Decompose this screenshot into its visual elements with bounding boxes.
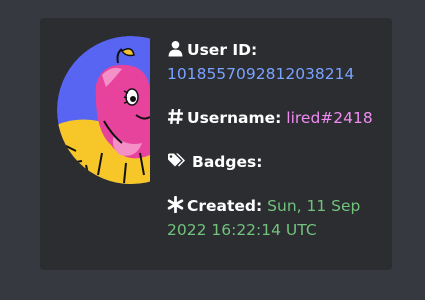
username-value: lired#2418 xyxy=(286,109,373,127)
asterisk-icon xyxy=(167,195,184,214)
created-field: Created: Sun, 11 Sep 2022 16:22:14 UTC xyxy=(167,194,392,242)
user-id-label: User ID: xyxy=(187,41,258,59)
tags-icon xyxy=(167,152,189,169)
user-id-value: 1018557092812038214 xyxy=(167,65,355,83)
created-label: Created: xyxy=(187,197,263,215)
badges-label: Badges: xyxy=(192,153,263,171)
badges-field: Badges: xyxy=(167,150,392,174)
username-label: Username: xyxy=(187,109,282,127)
user-info-card: User ID: 1018557092812038214 Username: l… xyxy=(40,18,392,270)
hashtag-icon xyxy=(167,108,184,125)
username-field: Username: lired#2418 xyxy=(167,106,392,130)
avatar xyxy=(56,35,150,185)
created-value-line1: Sun, 11 Sep xyxy=(267,197,361,215)
user-icon xyxy=(167,40,184,57)
user-info-fields: User ID: 1018557092812038214 Username: l… xyxy=(167,38,392,242)
avatar-image xyxy=(57,36,150,184)
created-value-line2: 2022 16:22:14 UTC xyxy=(167,221,317,239)
user-id-field: User ID: 1018557092812038214 xyxy=(167,38,392,86)
